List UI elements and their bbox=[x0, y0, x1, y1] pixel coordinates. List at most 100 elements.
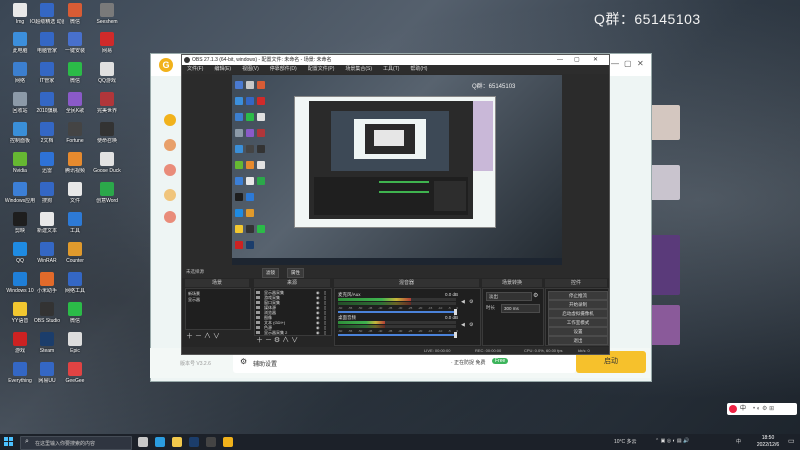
task-view-icon[interactable] bbox=[138, 437, 148, 447]
launcher-maximize-button[interactable]: ▢ bbox=[624, 59, 632, 68]
weather-widget[interactable]: 10°C 多云 bbox=[614, 438, 637, 445]
gear-icon[interactable]: ⚙ bbox=[533, 292, 538, 299]
settings-button[interactable]: 设置 bbox=[548, 327, 608, 336]
app-icon bbox=[40, 182, 54, 196]
menu-item[interactable]: 帮助(H) bbox=[410, 66, 427, 72]
volume-slider[interactable] bbox=[338, 311, 456, 313]
desktop-icon[interactable]: 创意Word bbox=[90, 182, 124, 216]
settings-button[interactable]: 辅助设置 bbox=[253, 359, 277, 368]
desktop-icon[interactable]: 一键安装 bbox=[58, 32, 92, 66]
remove-source-button[interactable]: － bbox=[265, 337, 272, 344]
desktop-icon[interactable]: 工具 bbox=[58, 212, 92, 246]
search-input[interactable]: ⌕ 在这里输入你要搜索的内容 bbox=[20, 436, 132, 450]
menu-item[interactable]: 视图(V) bbox=[242, 66, 259, 72]
studio-mode-button[interactable]: 工作室模式 bbox=[548, 318, 608, 327]
desktop-icon[interactable]: Fortune bbox=[58, 122, 92, 156]
properties-button[interactable]: 属性 bbox=[287, 268, 304, 278]
obs-window: OBS 27.1.3 (64-bit, windows) - 配置文件: 未命名… bbox=[181, 54, 610, 355]
desktop-icon[interactable]: 微信 bbox=[58, 62, 92, 96]
tray-icons[interactable]: ⌃ ▣ ◎ ◐ ▤ 🔊 bbox=[655, 438, 689, 444]
close-button[interactable]: ✕ bbox=[593, 55, 598, 65]
start-icon[interactable] bbox=[4, 437, 14, 447]
start-recording-button[interactable]: 开始录制 bbox=[548, 300, 608, 309]
menu-item[interactable]: 停靠部件(D) bbox=[270, 66, 297, 72]
desktop-icon[interactable]: 全民K歌 bbox=[58, 92, 92, 126]
launcher-nav-icon[interactable] bbox=[164, 189, 176, 201]
app-icon bbox=[13, 152, 27, 166]
launcher-minimize-button[interactable]: — bbox=[611, 59, 619, 68]
launcher-nav-icon[interactable] bbox=[164, 164, 176, 176]
source-down-button[interactable]: ∨ bbox=[291, 337, 298, 344]
desktop-icon[interactable]: Epic bbox=[58, 332, 92, 366]
volume-slider[interactable] bbox=[338, 334, 456, 336]
steam-icon[interactable] bbox=[189, 437, 199, 447]
controls-dock-title: 控件 bbox=[545, 279, 607, 287]
scene-controls: ＋ － ∧ ∨ bbox=[186, 331, 220, 341]
launcher-close-button[interactable]: ✕ bbox=[637, 59, 644, 68]
desktop-icon[interactable]: 微信 bbox=[58, 302, 92, 336]
launcher-nav-icon[interactable] bbox=[164, 211, 176, 223]
notification-icon[interactable]: ▭ bbox=[788, 437, 795, 445]
desktop-icon-label: GeeGee bbox=[65, 378, 85, 384]
menu-item[interactable]: 配置文件(P) bbox=[308, 66, 335, 72]
app-icon bbox=[40, 362, 54, 376]
add-source-button[interactable]: ＋ bbox=[256, 337, 263, 344]
launcher-nav-icon[interactable] bbox=[164, 139, 176, 151]
exit-button[interactable]: 退出 bbox=[548, 336, 608, 345]
lock-icon[interactable]: ▯ bbox=[324, 330, 326, 335]
menu-item[interactable]: 编辑(E) bbox=[214, 66, 231, 72]
filter-button[interactable]: 滤镜 bbox=[262, 268, 279, 278]
desktop-icon[interactable]: 网络工具 bbox=[58, 272, 92, 306]
source-up-button[interactable]: ∧ bbox=[282, 337, 289, 344]
speaker-icon[interactable]: ◀ bbox=[461, 322, 465, 328]
ime-toolbar[interactable]: 中 • ◐ ⚙ ⊞ bbox=[727, 403, 797, 415]
meter-scale-tick: -40 bbox=[378, 306, 383, 310]
desktop-icon[interactable]: 使命召唤 bbox=[90, 122, 124, 156]
speaker-icon[interactable]: ◀ bbox=[461, 299, 465, 305]
volume-meter-track bbox=[411, 298, 456, 301]
source-type-icon bbox=[256, 326, 260, 329]
scene-item[interactable]: 新场景 bbox=[188, 291, 200, 296]
ime-tools-icon[interactable]: • ◐ ⚙ ⊞ bbox=[753, 403, 774, 415]
gear-icon[interactable]: ⚙ bbox=[469, 322, 473, 328]
gear-icon[interactable]: ⚙ bbox=[274, 337, 280, 344]
scene-down-button[interactable]: ∨ bbox=[213, 333, 220, 340]
stop-stream-button[interactable]: 停止推流 bbox=[548, 291, 608, 300]
remove-scene-button[interactable]: － bbox=[195, 333, 202, 340]
edge-icon[interactable] bbox=[155, 437, 165, 447]
visibility-icon[interactable]: ◉ bbox=[316, 330, 320, 335]
meter-scale-tick: -10 bbox=[438, 329, 443, 333]
desktop-icon[interactable]: 文件 bbox=[58, 182, 92, 216]
desktop-icon[interactable]: 腾讯视频 bbox=[58, 152, 92, 186]
duration-input[interactable]: 300 ms bbox=[501, 304, 540, 313]
launcher-nav-icon[interactable] bbox=[164, 114, 176, 126]
volume-meter bbox=[338, 321, 386, 324]
minimize-button[interactable]: — bbox=[557, 55, 563, 65]
obs-icon[interactable] bbox=[206, 437, 216, 447]
virtual-camera-button[interactable]: 启动虚拟摄像机 bbox=[548, 309, 608, 318]
scene-item[interactable]: 显示器 bbox=[188, 297, 200, 302]
menu-item[interactable]: 场景集合(S) bbox=[345, 66, 372, 72]
add-scene-button[interactable]: ＋ bbox=[186, 333, 193, 340]
desktop-icon[interactable]: Counter bbox=[58, 242, 92, 276]
desktop-icon[interactable]: 网易 bbox=[90, 32, 124, 66]
launcher-icon[interactable] bbox=[223, 437, 233, 447]
scene-up-button[interactable]: ∧ bbox=[204, 333, 211, 340]
clock[interactable]: 18:50 2022/12/6 bbox=[752, 435, 784, 449]
menu-item[interactable]: 文件(F) bbox=[187, 66, 203, 72]
ime-indicator[interactable]: 中 bbox=[736, 438, 741, 445]
meter-scale-tick: -45 bbox=[368, 329, 373, 333]
desktop-icon[interactable]: GeeGee bbox=[58, 362, 92, 396]
desktop-icon[interactable]: 完美世界 bbox=[90, 92, 124, 126]
gear-icon[interactable]: ⚙ bbox=[469, 299, 473, 305]
status-badge: Free bbox=[492, 358, 509, 364]
volume-slider-handle[interactable] bbox=[454, 332, 457, 338]
explorer-icon[interactable] bbox=[172, 437, 182, 447]
obs-preview[interactable]: Q群：65145103 bbox=[232, 75, 562, 265]
desktop-icon[interactable]: QQ游戏 bbox=[90, 62, 124, 96]
ime-mode[interactable]: 中 bbox=[740, 403, 746, 415]
desktop-icon[interactable]: Goose Duck bbox=[90, 152, 124, 186]
maximize-button[interactable]: ▢ bbox=[574, 55, 580, 65]
transition-select[interactable]: 淡出 bbox=[486, 292, 532, 301]
menu-item[interactable]: 工具(T) bbox=[383, 66, 399, 72]
